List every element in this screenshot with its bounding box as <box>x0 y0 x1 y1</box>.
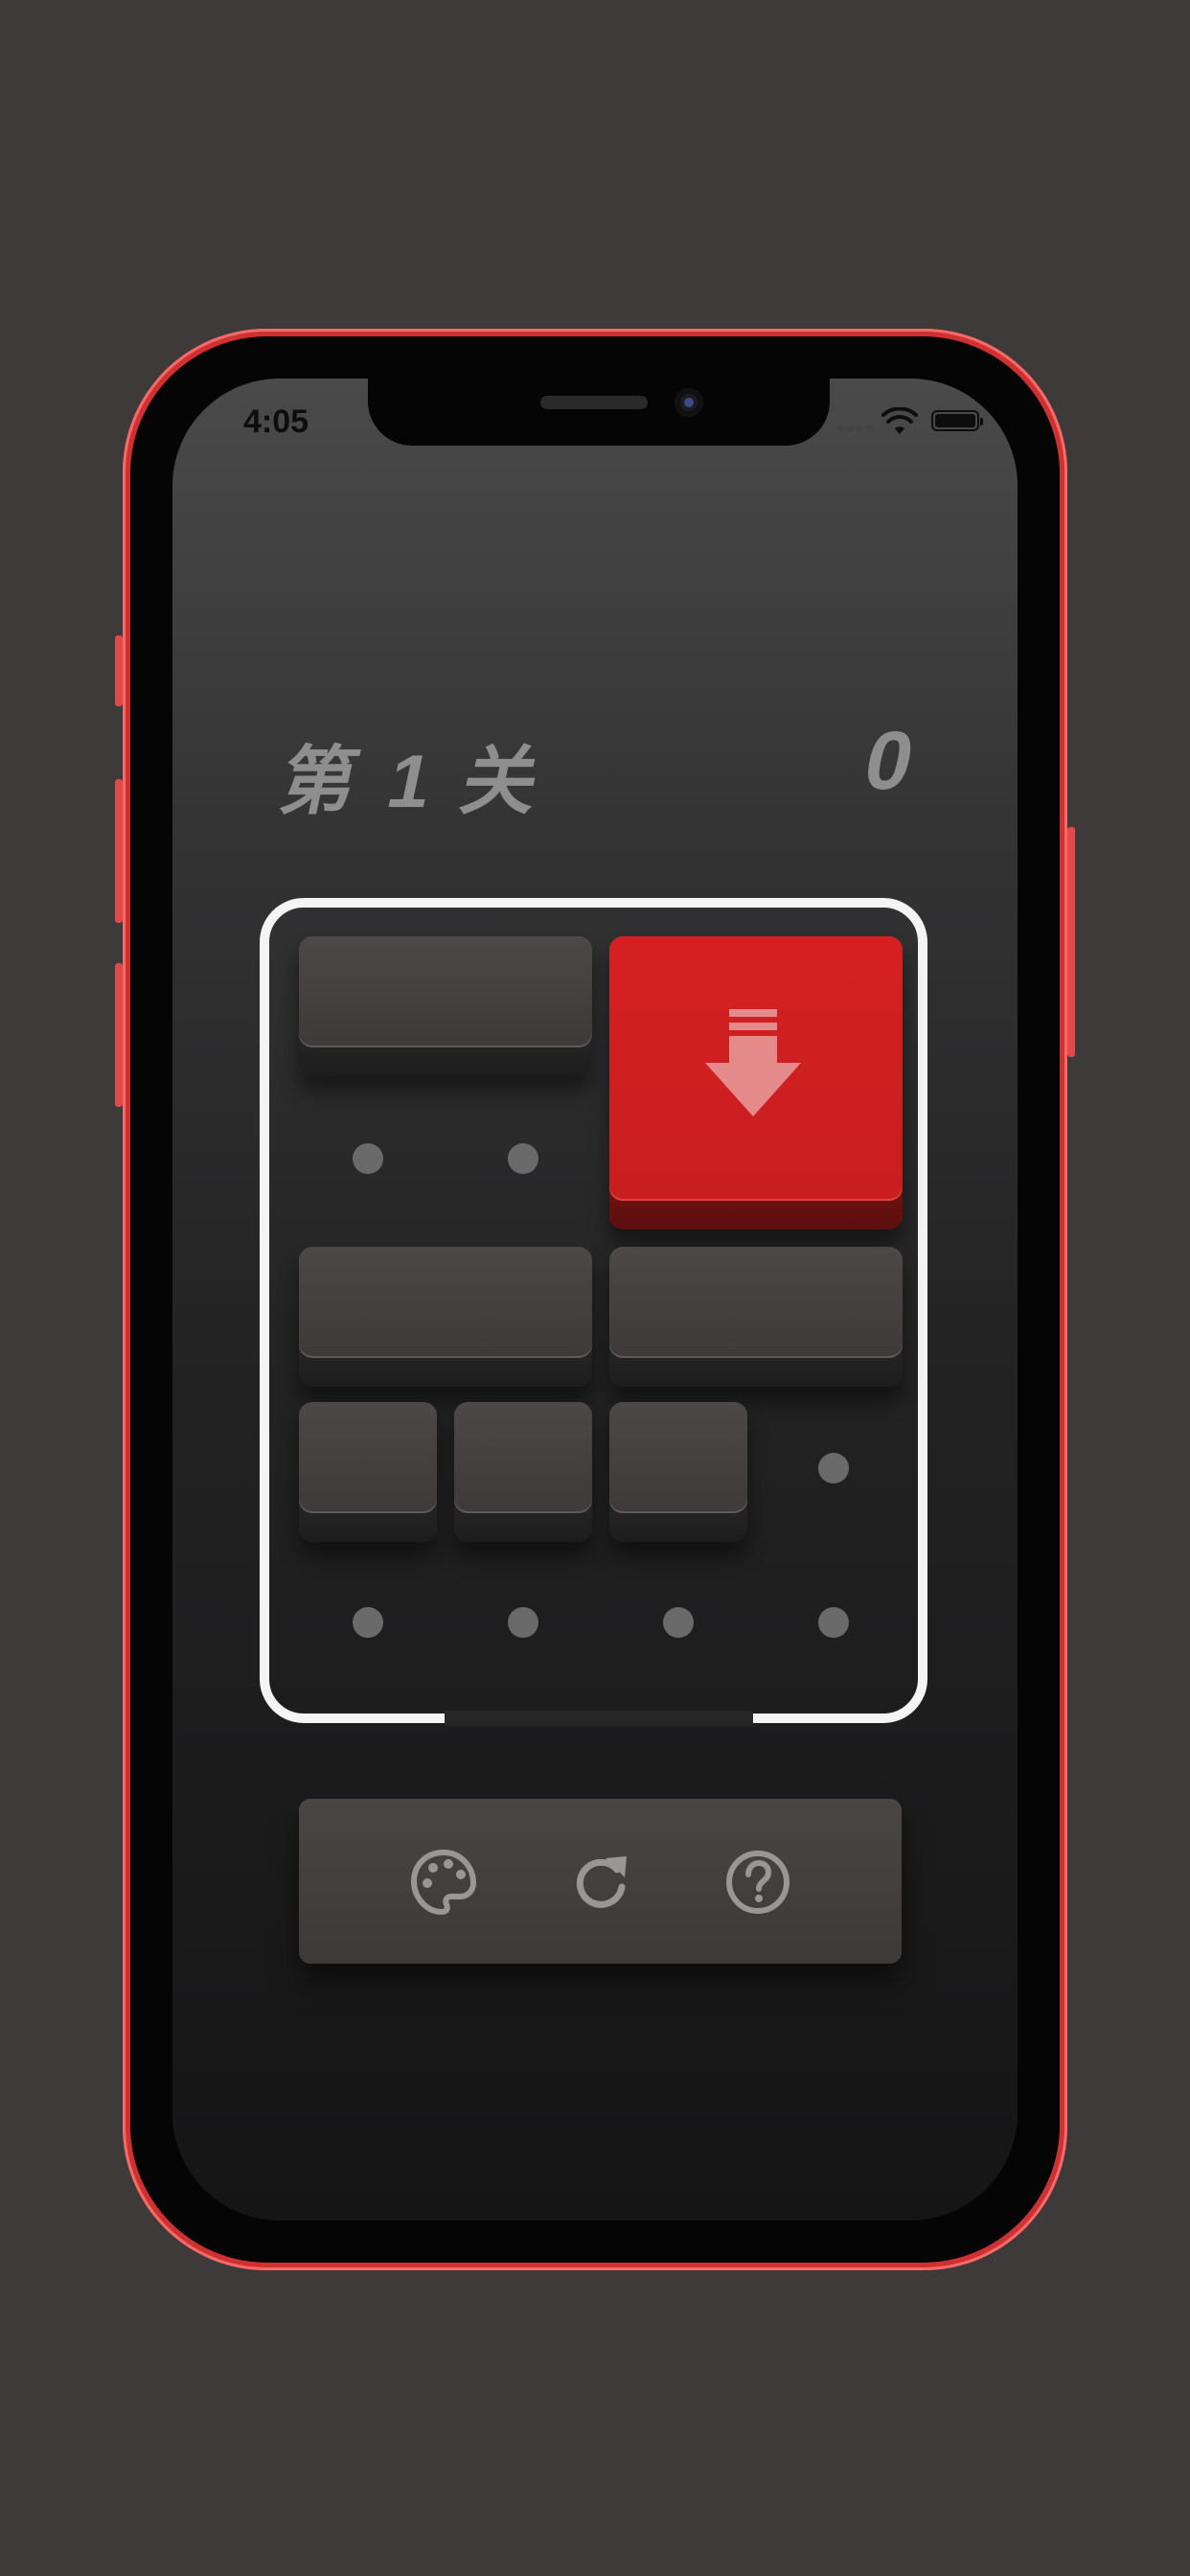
board-exit <box>445 1711 753 1726</box>
phone-bezel: 4:05 第 1 关 0 <box>130 336 1060 2263</box>
level-title: 第 1 关 <box>273 739 553 823</box>
speaker <box>540 396 648 409</box>
status-time: 4:05 <box>243 403 309 440</box>
refresh-icon <box>576 1856 627 1908</box>
palette-icon <box>411 1850 476 1915</box>
help-button[interactable] <box>724 1849 791 1916</box>
arrow-down-icon <box>705 1009 801 1116</box>
empty-cell-dot <box>508 1607 538 1638</box>
block-wide-mid-right[interactable] <box>609 1247 903 1387</box>
empty-cell-dot <box>818 1453 849 1484</box>
restart-button[interactable] <box>567 1849 634 1916</box>
empty-cell-dot <box>353 1607 383 1638</box>
power-button <box>1067 827 1075 1057</box>
wifi-icon <box>881 407 918 434</box>
volume-down-button <box>115 963 123 1107</box>
block-wide-mid-left[interactable] <box>299 1247 592 1387</box>
battery-icon <box>931 410 983 431</box>
block-wide-top-left[interactable] <box>299 936 592 1076</box>
camera <box>675 388 703 417</box>
block-small-3[interactable] <box>609 1402 747 1542</box>
signal-icon <box>837 419 876 431</box>
screen: 4:05 第 1 关 0 <box>172 379 1018 2220</box>
empty-cell-dot <box>818 1607 849 1638</box>
empty-cell-dot <box>353 1143 383 1174</box>
block-small-1[interactable] <box>299 1402 437 1542</box>
move-counter: 0 <box>857 715 923 807</box>
block-small-2[interactable] <box>454 1402 592 1542</box>
notch <box>368 379 830 446</box>
mute-switch <box>115 635 123 706</box>
toolbar <box>299 1799 902 1964</box>
phone-frame: 4:05 第 1 关 0 <box>115 329 1075 2270</box>
volume-up-button <box>115 779 123 923</box>
empty-cell-dot <box>663 1607 694 1638</box>
question-icon <box>726 1851 790 1914</box>
theme-button[interactable] <box>410 1849 477 1916</box>
target-block[interactable] <box>609 936 903 1230</box>
empty-cell-dot <box>508 1143 538 1174</box>
